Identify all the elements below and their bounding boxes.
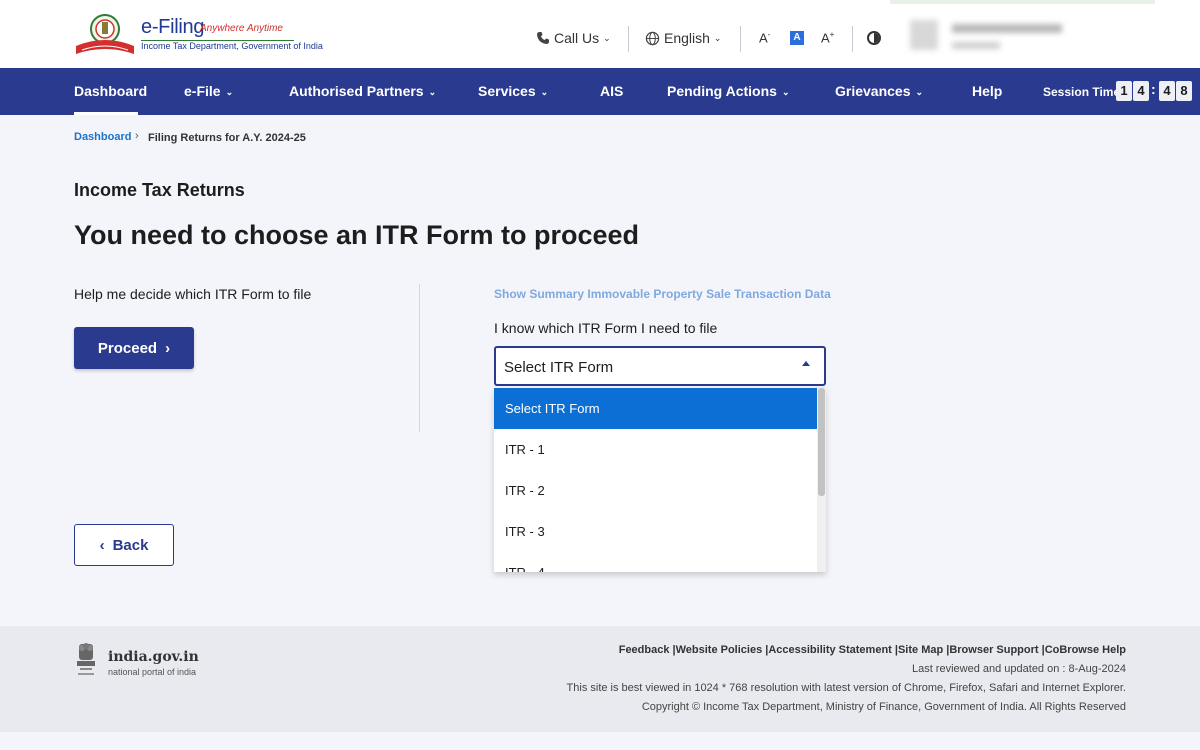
nav-item-efile[interactable]: e-File ⌄ (184, 83, 233, 99)
breadcrumb-dashboard-link[interactable]: Dashboard (74, 131, 131, 143)
breadcrumb-separator-icon: › (135, 130, 139, 142)
proceed-button[interactable]: Proceed › (74, 327, 194, 369)
nav-item-authorised-partners[interactable]: Authorised Partners ⌄ (289, 83, 436, 99)
call-us-button[interactable]: Call Us ⌄ (536, 30, 611, 46)
nav-active-indicator (74, 112, 138, 115)
footer-links[interactable]: Feedback |Website Policies |Accessibilit… (619, 644, 1126, 656)
font-increase-button[interactable]: A+ (821, 30, 834, 45)
language-selector[interactable]: English ⌄ (645, 30, 721, 46)
chevron-down-icon: ⌄ (428, 87, 437, 97)
user-area-strip (890, 0, 1155, 4)
brand-department: Income Tax Department, Government of Ind… (141, 41, 323, 51)
page-footer: india.gov.in national portal of india Fe… (0, 626, 1200, 732)
globe-icon (645, 31, 660, 45)
nav-item-dashboard[interactable]: Dashboard (74, 83, 147, 99)
header-divider (740, 26, 741, 52)
nav-item-help[interactable]: Help (972, 83, 1002, 99)
back-button[interactable]: ‹ Back (74, 524, 174, 566)
proceed-label: Proceed (97, 339, 158, 357)
nav-item-services[interactable]: Services ⌄ (478, 83, 548, 99)
call-us-label: Call Us (554, 30, 600, 46)
dropdown-option-itr-3[interactable]: ITR - 3 (494, 511, 817, 552)
language-label: English (664, 30, 710, 46)
india-gov-subtitle: national portal of india (108, 667, 197, 677)
page-title: You need to choose an ITR Form to procee… (74, 220, 640, 250)
dropdown-scrollbar[interactable] (817, 388, 826, 572)
breadcrumb-current: Filing Returns for A.Y. 2024-25 (148, 132, 306, 144)
font-decrease-label: A (759, 30, 768, 46)
font-decrease-button[interactable]: A- (759, 30, 770, 45)
back-label: Back (112, 536, 149, 554)
last-reviewed-text: Last reviewed and updated on : 8-Aug-202… (911, 663, 1126, 675)
session-digit: 8 (1176, 81, 1192, 101)
nav-item-ais[interactable]: AIS (600, 83, 623, 99)
summary-property-link[interactable]: Show Summary Immovable Property Sale Tra… (494, 287, 831, 301)
national-emblem-icon (77, 643, 95, 675)
vertical-divider (419, 284, 420, 432)
chevron-left-icon: ‹ (99, 536, 105, 554)
nav-item-pending-actions[interactable]: Pending Actions ⌄ (667, 83, 789, 99)
nav-label: Authorised Partners (289, 83, 424, 99)
brand-tagline: Anywhere Anytime (200, 23, 283, 34)
font-increase-label: A (821, 30, 830, 46)
dropdown-option-select-itr[interactable]: Select ITR Form (494, 388, 817, 429)
nav-label: e-File (184, 83, 221, 99)
nav-label: AIS (600, 83, 624, 99)
best-viewed-text: This site is best viewed in 1024 * 768 r… (566, 682, 1126, 694)
it-department-emblem-icon (76, 14, 134, 54)
session-digit: 4 (1159, 81, 1175, 101)
nav-label: Grievances (835, 83, 911, 99)
contrast-toggle-icon[interactable] (867, 31, 881, 45)
chevron-down-icon: ⌄ (713, 32, 722, 43)
phone-icon (537, 32, 549, 44)
nav-label: Help (972, 83, 1003, 99)
header-divider (628, 26, 629, 52)
itr-form-select[interactable]: Select ITR Form (494, 346, 826, 386)
chevron-right-icon: › (165, 339, 171, 357)
efiling-logo[interactable]: e-Filing Anywhere Anytime Income Tax Dep… (74, 12, 323, 56)
user-profile-menu[interactable] (890, 0, 1155, 68)
copyright-text: Copyright © Income Tax Department, Minis… (641, 701, 1126, 713)
page-subtitle: Income Tax Returns (74, 180, 245, 200)
itr-form-dropdown: Select ITR Form ITR - 1 ITR - 2 ITR - 3 … (494, 388, 826, 572)
user-role-redacted (952, 42, 1000, 49)
chevron-down-icon: ⌄ (540, 87, 549, 97)
brand-name: e-Filing (141, 16, 205, 38)
font-normal-button[interactable]: A (790, 31, 804, 45)
session-colon: : (1151, 81, 1156, 97)
chevron-down-icon: ⌄ (781, 87, 790, 97)
dropdown-option-itr-2[interactable]: ITR - 2 (494, 470, 817, 511)
chevron-down-icon: ⌄ (915, 87, 924, 97)
user-name-redacted (952, 24, 1062, 33)
main-navigation: Dashboard e-File ⌄ Authorised Partners ⌄ S… (0, 68, 1200, 115)
caret-up-icon (802, 361, 810, 366)
session-digit: 4 (1133, 81, 1149, 101)
chevron-down-icon: ⌄ (225, 87, 234, 97)
dropdown-option-itr-4[interactable]: ITR - 4 (494, 552, 817, 572)
itr-form-label: I know which ITR Form I need to file (494, 320, 718, 336)
scrollbar-thumb[interactable] (818, 388, 825, 496)
session-time-label: Session Time (1043, 85, 1121, 99)
header-divider (852, 26, 853, 52)
avatar (910, 20, 938, 50)
bottom-strip (0, 732, 1200, 750)
dropdown-option-itr-1[interactable]: ITR - 1 (494, 429, 817, 470)
nav-label: Dashboard (74, 83, 148, 99)
top-header: e-Filing Anywhere Anytime Income Tax Dep… (0, 0, 1200, 68)
nav-label: Pending Actions (667, 83, 777, 99)
session-digit: 1 (1116, 81, 1132, 101)
nav-item-grievances[interactable]: Grievances ⌄ (835, 83, 923, 99)
india-gov-link[interactable]: india.gov.in (108, 649, 199, 665)
help-decide-text: Help me decide which ITR Form to file (74, 286, 312, 302)
itr-form-select-value: Select ITR Form (504, 359, 614, 376)
nav-label: Services (478, 83, 536, 99)
chevron-down-icon: ⌄ (603, 32, 611, 43)
